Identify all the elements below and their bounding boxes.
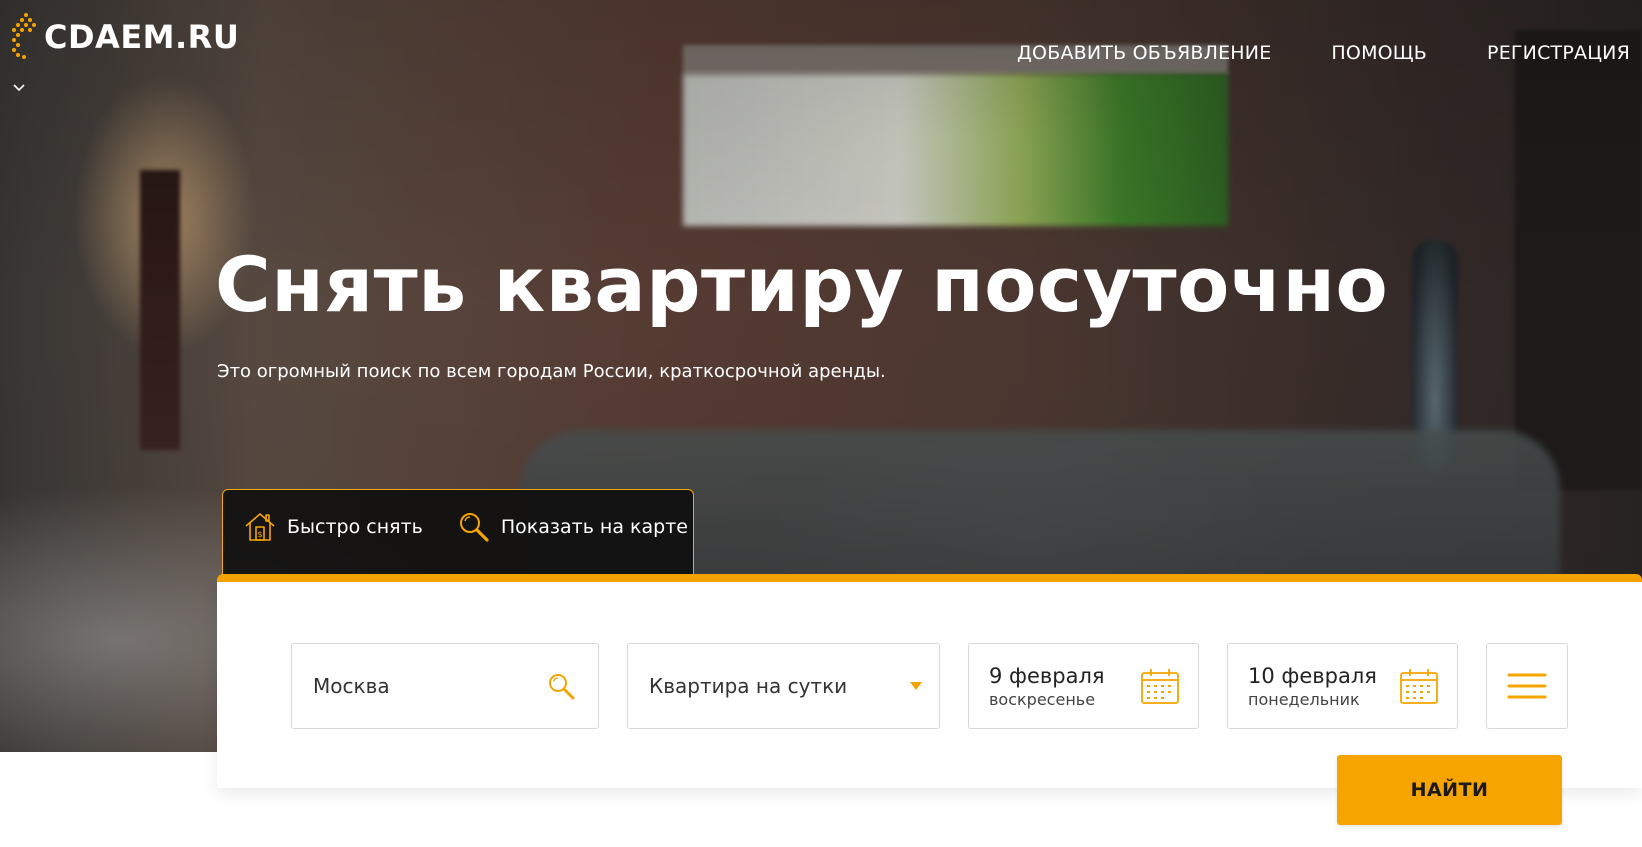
nav-add-listing[interactable]: ДОБАВИТЬ ОБЪЯВЛЕНИЕ xyxy=(1017,42,1271,64)
house-icon: $ xyxy=(245,513,275,541)
magnifier-icon xyxy=(459,513,489,542)
caret-down-icon xyxy=(910,682,922,690)
nav-help[interactable]: ПОМОЩЬ xyxy=(1331,42,1427,64)
search-tabs: $ Быстро снять Показать на карте xyxy=(222,489,694,574)
checkout-date-field[interactable]: 10 февраля понедельник xyxy=(1227,643,1458,729)
site-logo[interactable]: CDAEM.RU xyxy=(10,12,239,62)
city-field[interactable] xyxy=(291,643,599,729)
search-icon[interactable] xyxy=(546,671,576,701)
rental-type-select[interactable]: Квартира на сутки xyxy=(627,643,940,729)
page: CDAEM.RU ДОБАВИТЬ ОБЪЯВЛЕНИЕ ПОМОЩЬ РЕГИ… xyxy=(0,0,1642,847)
checkin-weekday: воскресенье xyxy=(989,689,1096,709)
tab-label: Быстро снять xyxy=(287,516,423,538)
calendar-icon[interactable] xyxy=(1399,667,1439,705)
logo-text: CDAEM.RU xyxy=(44,18,240,56)
calendar-icon[interactable] xyxy=(1140,667,1180,705)
tab-quick-rent[interactable]: $ Быстро снять xyxy=(243,510,423,544)
page-subtitle: Это огромный поиск по всем городам Росси… xyxy=(217,361,886,382)
tab-label: Показать на карте xyxy=(500,516,688,538)
checkout-date: 10 февраля xyxy=(1248,663,1377,688)
logo-house-icon xyxy=(12,13,36,59)
top-nav: ДОБАВИТЬ ОБЪЯВЛЕНИЕ ПОМОЩЬ РЕГИСТРАЦИЯ xyxy=(1017,42,1630,64)
chevron-down-icon[interactable] xyxy=(12,83,26,93)
checkin-date: 9 февраля xyxy=(989,663,1105,688)
svg-text:$: $ xyxy=(257,530,262,539)
menu-icon xyxy=(1507,673,1547,699)
page-title: Снять квартиру посуточно xyxy=(215,240,1389,329)
find-button[interactable]: НАЙТИ xyxy=(1337,755,1562,825)
filters-menu-button[interactable] xyxy=(1486,643,1568,729)
rental-type-value: Квартира на сутки xyxy=(649,674,848,698)
checkin-date-field[interactable]: 9 февраля воскресенье xyxy=(968,643,1199,729)
nav-register[interactable]: РЕГИСТРАЦИЯ xyxy=(1487,42,1630,64)
tab-show-on-map[interactable]: Показать на карте xyxy=(457,510,688,544)
checkout-weekday: понедельник xyxy=(1248,689,1360,709)
